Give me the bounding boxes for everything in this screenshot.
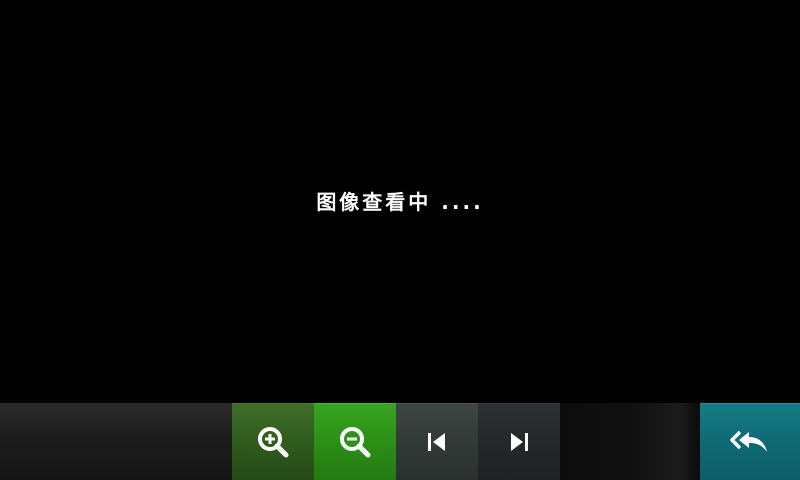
zoom-in-icon — [256, 425, 290, 459]
toolbar-right-panel — [560, 403, 700, 480]
zoom-out-button[interactable] — [314, 403, 396, 480]
previous-image-button[interactable] — [396, 403, 478, 480]
zoom-in-button[interactable] — [232, 403, 314, 480]
next-image-button[interactable] — [478, 403, 560, 480]
back-button[interactable] — [700, 403, 800, 480]
image-viewer-screen: 图像查看中 .... — [0, 0, 800, 480]
image-viewport: 图像查看中 .... — [0, 0, 800, 403]
skip-previous-icon — [425, 430, 449, 454]
bottom-toolbar — [0, 403, 800, 480]
zoom-out-icon — [338, 425, 372, 459]
toolbar-left-panel — [0, 403, 232, 480]
reply-all-icon — [730, 429, 770, 455]
viewing-status-text: 图像查看中 .... — [316, 190, 484, 214]
skip-next-icon — [507, 430, 531, 454]
